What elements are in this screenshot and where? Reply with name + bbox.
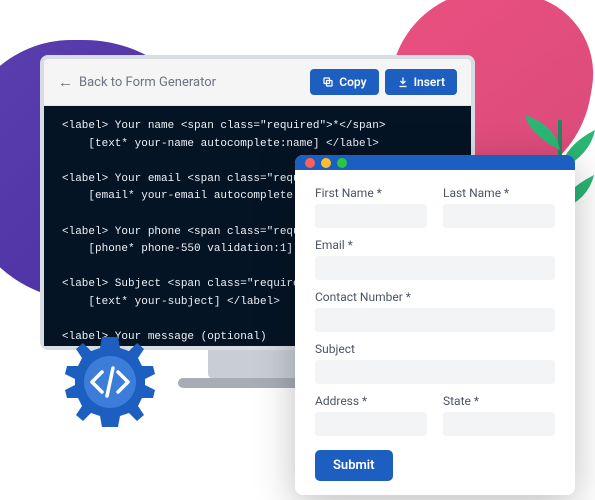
- editor-toolbar: ← Back to Form Generator Copy Insert: [44, 59, 471, 106]
- contact-form: First Name * Last Name * Email * Contact…: [295, 170, 575, 495]
- submit-button[interactable]: Submit: [315, 450, 393, 481]
- copy-icon: [322, 76, 334, 88]
- contact-number-label: Contact Number *: [315, 290, 555, 304]
- email-label: Email *: [315, 238, 555, 252]
- form-preview-window: First Name * Last Name * Email * Contact…: [295, 155, 575, 495]
- back-label: Back to Form Generator: [79, 75, 216, 90]
- address-input[interactable]: [315, 412, 427, 436]
- close-dot-icon[interactable]: [305, 158, 315, 168]
- gear-code-icon: [60, 332, 160, 436]
- state-label: State *: [443, 394, 555, 408]
- address-label: Address *: [315, 394, 427, 408]
- maximize-dot-icon[interactable]: [337, 158, 347, 168]
- last-name-input[interactable]: [443, 204, 555, 228]
- copy-button[interactable]: Copy: [310, 69, 378, 95]
- contact-number-input[interactable]: [315, 308, 555, 332]
- insert-icon: [397, 76, 409, 88]
- window-titlebar: [295, 155, 575, 170]
- insert-button[interactable]: Insert: [385, 69, 457, 95]
- arrow-left-icon: ←: [58, 73, 73, 91]
- first-name-input[interactable]: [315, 204, 427, 228]
- first-name-label: First Name *: [315, 186, 427, 200]
- minimize-dot-icon[interactable]: [321, 158, 331, 168]
- monitor-stand: [208, 350, 308, 378]
- state-input[interactable]: [443, 412, 555, 436]
- back-link[interactable]: ← Back to Form Generator: [58, 73, 216, 91]
- email-input[interactable]: [315, 256, 555, 280]
- subject-input[interactable]: [315, 360, 555, 384]
- copy-label: Copy: [339, 75, 366, 89]
- last-name-label: Last Name *: [443, 186, 555, 200]
- insert-label: Insert: [414, 75, 445, 89]
- subject-label: Subject: [315, 342, 555, 356]
